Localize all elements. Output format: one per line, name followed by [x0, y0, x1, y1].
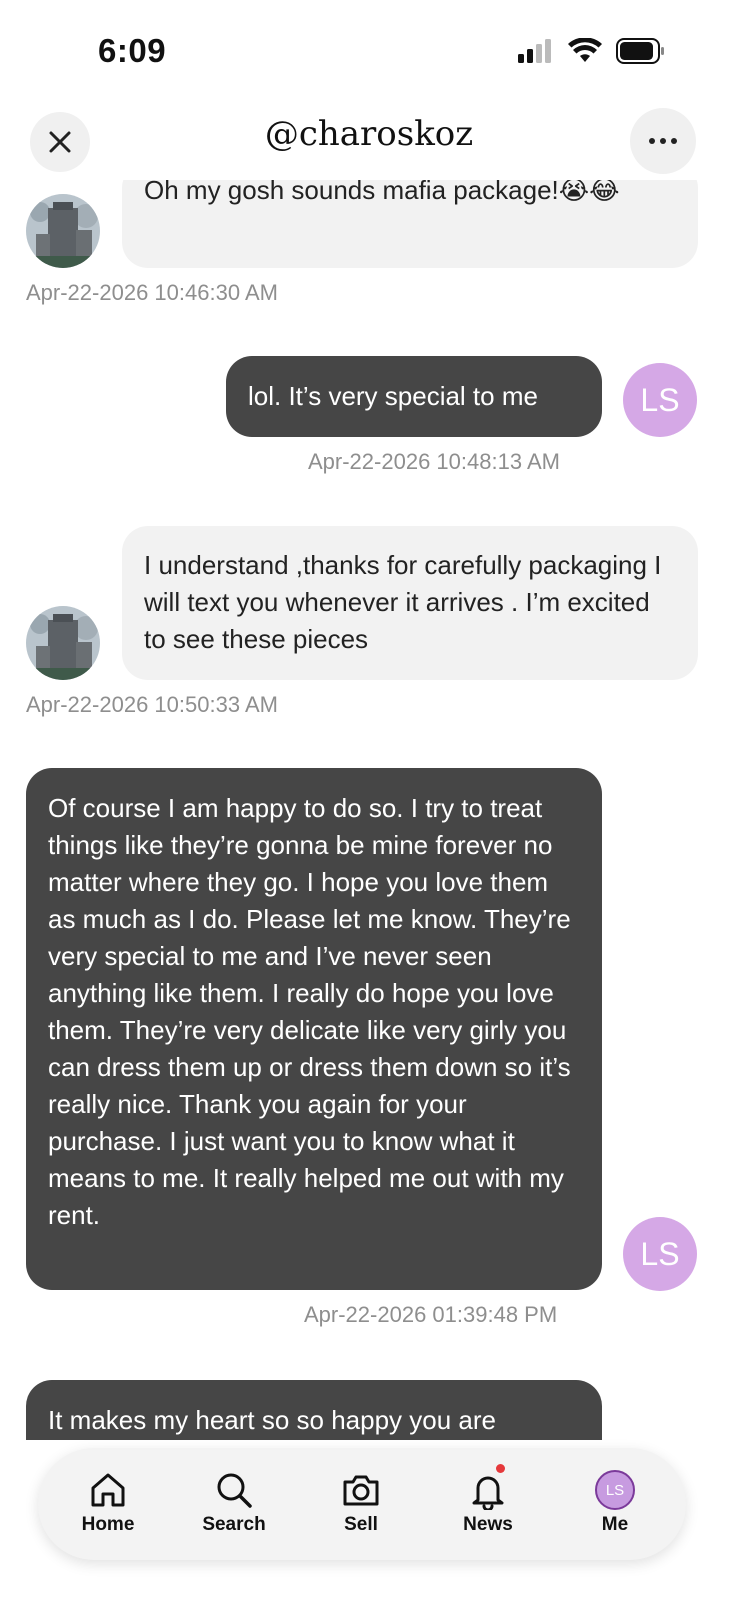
message-bubble-outgoing[interactable]: It makes my heart so so happy you are [26, 1380, 602, 1440]
more-options-button[interactable] [630, 108, 696, 174]
message-timestamp: Apr-22-2026 10:50:33 AM [26, 692, 278, 717]
avatar-initials: LS [605, 1481, 625, 1499]
battery-icon [616, 38, 664, 64]
tab-label: Sell [344, 1514, 378, 1535]
message-text: lol. It’s very special to me [248, 381, 538, 411]
tab-news[interactable]: News [438, 1464, 538, 1536]
message-bubble-outgoing[interactable]: Of course I am happy to do so. I try to … [26, 768, 602, 1290]
message-bubble-incoming[interactable]: Oh my gosh sounds mafia package!😭😂 [122, 180, 698, 268]
avatar[interactable]: LS [623, 363, 697, 437]
status-bar: 6:09 [0, 0, 738, 100]
bell-icon [472, 1476, 504, 1510]
chat-header: @charoskoz [0, 104, 738, 180]
avatar[interactable] [26, 606, 100, 680]
message-text: I understand ,thanks for carefully packa… [144, 550, 662, 654]
building-photo-icon [26, 606, 100, 680]
more-icon [649, 138, 677, 144]
tab-label: News [463, 1514, 513, 1535]
message-list[interactable]: Oh my gosh sounds mafia package!😭😂 Apr-2… [0, 180, 738, 1440]
search-icon [217, 1473, 252, 1508]
avatar-initials: LS [640, 381, 680, 418]
notification-badge [496, 1464, 505, 1473]
wifi-icon [568, 38, 602, 62]
home-icon [91, 1473, 125, 1507]
signal-icon [518, 39, 551, 63]
tab-sell[interactable]: Sell [311, 1468, 411, 1536]
message-bubble-outgoing[interactable]: lol. It’s very special to me [226, 356, 602, 437]
message-text: Oh my gosh sounds mafia package!😭😂 [144, 180, 620, 205]
avatar-initials: LS [640, 1235, 680, 1272]
avatar[interactable]: LS [623, 1217, 697, 1291]
tab-search[interactable]: Search [184, 1468, 284, 1536]
message-bubble-incoming[interactable]: I understand ,thanks for carefully packa… [122, 526, 698, 680]
avatar[interactable] [26, 194, 100, 268]
message-text: It makes my heart so so happy you are [48, 1405, 496, 1435]
status-time: 6:09 [98, 32, 167, 69]
message-timestamp: Apr-22-2026 10:46:30 AM [26, 280, 278, 305]
message-timestamp: Apr-22-2026 01:39:48 PM [304, 1302, 558, 1327]
message-timestamp: Apr-22-2026 10:48:13 AM [308, 449, 560, 474]
tab-label: Me [601, 1514, 629, 1535]
avatar: LS [595, 1470, 635, 1510]
conversation-title: @charoskoz [264, 114, 474, 154]
building-photo-icon [26, 194, 100, 268]
status-icons [518, 38, 666, 64]
tab-label: Search [202, 1514, 266, 1535]
message-text: Of course I am happy to do so. I try to … [48, 793, 571, 1230]
tab-home[interactable]: Home [58, 1468, 158, 1536]
tab-label: Home [81, 1514, 135, 1535]
bottom-tab-bar: Home Search Sell News LS Me [38, 1448, 686, 1560]
tab-me[interactable]: LS Me [565, 1468, 665, 1536]
camera-icon [343, 1475, 379, 1506]
